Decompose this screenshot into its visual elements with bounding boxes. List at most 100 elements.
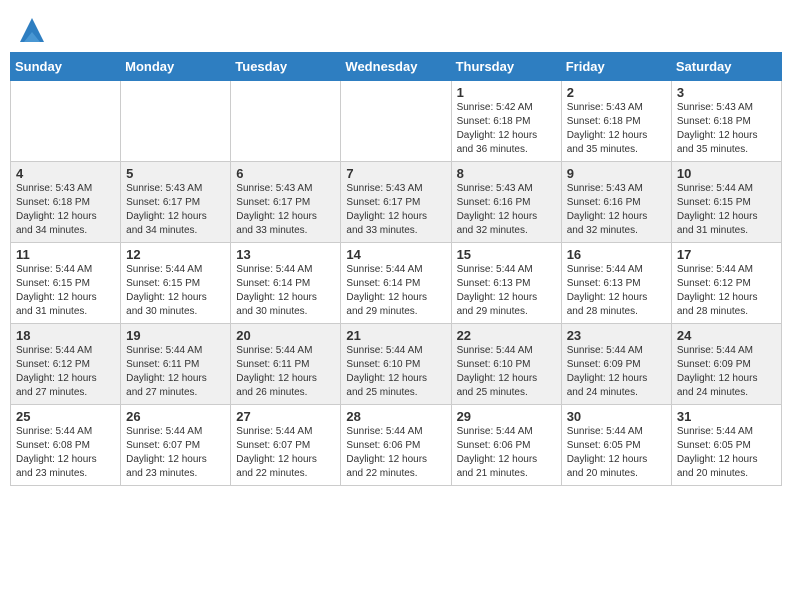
day-number: 25 bbox=[16, 409, 115, 424]
day-number: 7 bbox=[346, 166, 445, 181]
day-info: Sunrise: 5:43 AM Sunset: 6:18 PM Dayligh… bbox=[567, 101, 666, 157]
day-info: Sunrise: 5:44 AM Sunset: 6:11 PM Dayligh… bbox=[126, 344, 225, 400]
day-info: Sunrise: 5:43 AM Sunset: 6:17 PM Dayligh… bbox=[236, 182, 335, 238]
day-info: Sunrise: 5:44 AM Sunset: 6:07 PM Dayligh… bbox=[126, 425, 225, 481]
day-header-wednesday: Wednesday bbox=[341, 53, 451, 81]
day-info: Sunrise: 5:43 AM Sunset: 6:18 PM Dayligh… bbox=[677, 101, 776, 157]
calendar-cell: 23Sunrise: 5:44 AM Sunset: 6:09 PM Dayli… bbox=[561, 324, 671, 405]
day-number: 15 bbox=[457, 247, 556, 262]
calendar-cell: 10Sunrise: 5:44 AM Sunset: 6:15 PM Dayli… bbox=[671, 162, 781, 243]
calendar-cell: 29Sunrise: 5:44 AM Sunset: 6:06 PM Dayli… bbox=[451, 405, 561, 486]
day-number: 10 bbox=[677, 166, 776, 181]
day-info: Sunrise: 5:44 AM Sunset: 6:10 PM Dayligh… bbox=[457, 344, 556, 400]
header bbox=[10, 10, 782, 46]
day-number: 2 bbox=[567, 85, 666, 100]
calendar-cell: 3Sunrise: 5:43 AM Sunset: 6:18 PM Daylig… bbox=[671, 81, 781, 162]
day-number: 13 bbox=[236, 247, 335, 262]
day-number: 12 bbox=[126, 247, 225, 262]
day-number: 14 bbox=[346, 247, 445, 262]
calendar-week-row: 18Sunrise: 5:44 AM Sunset: 6:12 PM Dayli… bbox=[11, 324, 782, 405]
calendar-week-row: 25Sunrise: 5:44 AM Sunset: 6:08 PM Dayli… bbox=[11, 405, 782, 486]
day-info: Sunrise: 5:43 AM Sunset: 6:16 PM Dayligh… bbox=[567, 182, 666, 238]
day-header-monday: Monday bbox=[121, 53, 231, 81]
day-info: Sunrise: 5:44 AM Sunset: 6:09 PM Dayligh… bbox=[677, 344, 776, 400]
calendar-cell: 8Sunrise: 5:43 AM Sunset: 6:16 PM Daylig… bbox=[451, 162, 561, 243]
logo-icon bbox=[16, 14, 48, 46]
day-number: 28 bbox=[346, 409, 445, 424]
calendar-cell: 1Sunrise: 5:42 AM Sunset: 6:18 PM Daylig… bbox=[451, 81, 561, 162]
calendar-cell: 13Sunrise: 5:44 AM Sunset: 6:14 PM Dayli… bbox=[231, 243, 341, 324]
day-info: Sunrise: 5:44 AM Sunset: 6:09 PM Dayligh… bbox=[567, 344, 666, 400]
day-number: 5 bbox=[126, 166, 225, 181]
logo bbox=[14, 14, 48, 46]
day-info: Sunrise: 5:44 AM Sunset: 6:13 PM Dayligh… bbox=[457, 263, 556, 319]
calendar-cell: 16Sunrise: 5:44 AM Sunset: 6:13 PM Dayli… bbox=[561, 243, 671, 324]
day-info: Sunrise: 5:44 AM Sunset: 6:11 PM Dayligh… bbox=[236, 344, 335, 400]
calendar-cell: 17Sunrise: 5:44 AM Sunset: 6:12 PM Dayli… bbox=[671, 243, 781, 324]
day-info: Sunrise: 5:44 AM Sunset: 6:14 PM Dayligh… bbox=[236, 263, 335, 319]
day-info: Sunrise: 5:44 AM Sunset: 6:07 PM Dayligh… bbox=[236, 425, 335, 481]
day-number: 17 bbox=[677, 247, 776, 262]
day-number: 1 bbox=[457, 85, 556, 100]
day-header-friday: Friday bbox=[561, 53, 671, 81]
day-info: Sunrise: 5:44 AM Sunset: 6:15 PM Dayligh… bbox=[126, 263, 225, 319]
day-number: 18 bbox=[16, 328, 115, 343]
day-number: 16 bbox=[567, 247, 666, 262]
calendar-cell bbox=[11, 81, 121, 162]
day-info: Sunrise: 5:43 AM Sunset: 6:18 PM Dayligh… bbox=[16, 182, 115, 238]
calendar-cell: 4Sunrise: 5:43 AM Sunset: 6:18 PM Daylig… bbox=[11, 162, 121, 243]
day-number: 21 bbox=[346, 328, 445, 343]
day-info: Sunrise: 5:44 AM Sunset: 6:05 PM Dayligh… bbox=[677, 425, 776, 481]
calendar-cell: 19Sunrise: 5:44 AM Sunset: 6:11 PM Dayli… bbox=[121, 324, 231, 405]
day-number: 4 bbox=[16, 166, 115, 181]
day-number: 23 bbox=[567, 328, 666, 343]
day-info: Sunrise: 5:44 AM Sunset: 6:06 PM Dayligh… bbox=[346, 425, 445, 481]
calendar-cell: 28Sunrise: 5:44 AM Sunset: 6:06 PM Dayli… bbox=[341, 405, 451, 486]
day-number: 29 bbox=[457, 409, 556, 424]
calendar-cell: 30Sunrise: 5:44 AM Sunset: 6:05 PM Dayli… bbox=[561, 405, 671, 486]
calendar-cell: 22Sunrise: 5:44 AM Sunset: 6:10 PM Dayli… bbox=[451, 324, 561, 405]
calendar-cell: 26Sunrise: 5:44 AM Sunset: 6:07 PM Dayli… bbox=[121, 405, 231, 486]
day-info: Sunrise: 5:44 AM Sunset: 6:06 PM Dayligh… bbox=[457, 425, 556, 481]
calendar-cell bbox=[341, 81, 451, 162]
day-number: 8 bbox=[457, 166, 556, 181]
day-info: Sunrise: 5:44 AM Sunset: 6:13 PM Dayligh… bbox=[567, 263, 666, 319]
calendar-cell: 25Sunrise: 5:44 AM Sunset: 6:08 PM Dayli… bbox=[11, 405, 121, 486]
day-header-thursday: Thursday bbox=[451, 53, 561, 81]
calendar-cell: 18Sunrise: 5:44 AM Sunset: 6:12 PM Dayli… bbox=[11, 324, 121, 405]
day-info: Sunrise: 5:44 AM Sunset: 6:15 PM Dayligh… bbox=[677, 182, 776, 238]
calendar-cell: 6Sunrise: 5:43 AM Sunset: 6:17 PM Daylig… bbox=[231, 162, 341, 243]
day-info: Sunrise: 5:42 AM Sunset: 6:18 PM Dayligh… bbox=[457, 101, 556, 157]
day-info: Sunrise: 5:44 AM Sunset: 6:10 PM Dayligh… bbox=[346, 344, 445, 400]
calendar-week-row: 1Sunrise: 5:42 AM Sunset: 6:18 PM Daylig… bbox=[11, 81, 782, 162]
day-number: 22 bbox=[457, 328, 556, 343]
day-number: 26 bbox=[126, 409, 225, 424]
calendar-header-row: SundayMondayTuesdayWednesdayThursdayFrid… bbox=[11, 53, 782, 81]
calendar-cell: 9Sunrise: 5:43 AM Sunset: 6:16 PM Daylig… bbox=[561, 162, 671, 243]
day-info: Sunrise: 5:44 AM Sunset: 6:15 PM Dayligh… bbox=[16, 263, 115, 319]
day-info: Sunrise: 5:44 AM Sunset: 6:12 PM Dayligh… bbox=[16, 344, 115, 400]
calendar-cell: 7Sunrise: 5:43 AM Sunset: 6:17 PM Daylig… bbox=[341, 162, 451, 243]
calendar-cell: 12Sunrise: 5:44 AM Sunset: 6:15 PM Dayli… bbox=[121, 243, 231, 324]
calendar-cell: 2Sunrise: 5:43 AM Sunset: 6:18 PM Daylig… bbox=[561, 81, 671, 162]
calendar-cell: 14Sunrise: 5:44 AM Sunset: 6:14 PM Dayli… bbox=[341, 243, 451, 324]
day-info: Sunrise: 5:43 AM Sunset: 6:16 PM Dayligh… bbox=[457, 182, 556, 238]
day-number: 3 bbox=[677, 85, 776, 100]
day-header-saturday: Saturday bbox=[671, 53, 781, 81]
day-number: 30 bbox=[567, 409, 666, 424]
calendar-cell: 27Sunrise: 5:44 AM Sunset: 6:07 PM Dayli… bbox=[231, 405, 341, 486]
day-info: Sunrise: 5:44 AM Sunset: 6:08 PM Dayligh… bbox=[16, 425, 115, 481]
calendar-cell: 21Sunrise: 5:44 AM Sunset: 6:10 PM Dayli… bbox=[341, 324, 451, 405]
calendar-cell: 20Sunrise: 5:44 AM Sunset: 6:11 PM Dayli… bbox=[231, 324, 341, 405]
day-header-sunday: Sunday bbox=[11, 53, 121, 81]
calendar-cell: 11Sunrise: 5:44 AM Sunset: 6:15 PM Dayli… bbox=[11, 243, 121, 324]
day-header-tuesday: Tuesday bbox=[231, 53, 341, 81]
calendar-cell: 5Sunrise: 5:43 AM Sunset: 6:17 PM Daylig… bbox=[121, 162, 231, 243]
calendar-cell bbox=[231, 81, 341, 162]
day-info: Sunrise: 5:44 AM Sunset: 6:12 PM Dayligh… bbox=[677, 263, 776, 319]
day-number: 24 bbox=[677, 328, 776, 343]
day-info: Sunrise: 5:43 AM Sunset: 6:17 PM Dayligh… bbox=[346, 182, 445, 238]
day-number: 9 bbox=[567, 166, 666, 181]
calendar-cell: 24Sunrise: 5:44 AM Sunset: 6:09 PM Dayli… bbox=[671, 324, 781, 405]
day-info: Sunrise: 5:43 AM Sunset: 6:17 PM Dayligh… bbox=[126, 182, 225, 238]
